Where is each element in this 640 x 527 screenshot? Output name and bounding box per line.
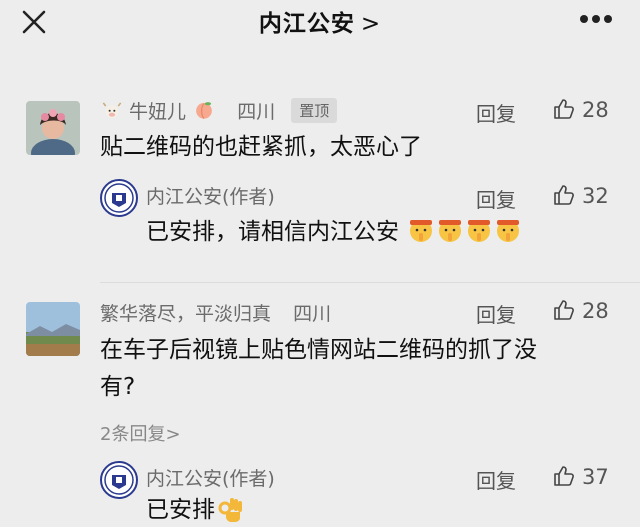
reply-text-line: 已安排，请相信内江公安 xyxy=(146,214,522,251)
like-count: 28 xyxy=(582,299,609,323)
reply-button[interactable]: 回复 xyxy=(476,465,516,494)
avatar[interactable] xyxy=(26,302,80,356)
like-button[interactable]: 37 xyxy=(552,464,609,489)
page-title-text: 内江公安 xyxy=(258,11,355,37)
author-avatar[interactable] xyxy=(100,179,138,217)
divider xyxy=(100,282,640,283)
comment-text: 贴二维码的也赶紧抓，太恶心了 xyxy=(100,134,422,160)
reply-button[interactable]: 回复 xyxy=(476,184,516,213)
comment-text-line: 在车子后视镜上贴色情网站二维码的抓了没 xyxy=(100,337,537,363)
like-count: 32 xyxy=(582,184,609,208)
shush-emoji xyxy=(468,220,491,242)
top-bar: 内江公安 > xyxy=(0,0,640,48)
reply-author[interactable]: 内江公安(作者) xyxy=(146,464,275,491)
comment-text: 在车子后视镜上贴色情网站二维码的抓了没 有? xyxy=(100,332,537,406)
comment-meta: 繁华落尽，平淡归真 四川 xyxy=(100,299,331,326)
like-count: 37 xyxy=(582,465,609,489)
more-icon[interactable] xyxy=(576,6,616,32)
reply-text: 已安排 xyxy=(146,497,215,523)
reply-text-line: 已安排 xyxy=(146,492,244,527)
avatar[interactable] xyxy=(26,101,80,155)
reply-button[interactable]: 回复 xyxy=(476,299,516,328)
comment-location: 四川 xyxy=(237,101,276,123)
reply-author[interactable]: 内江公安(作者) xyxy=(146,182,275,209)
page-title[interactable]: 内江公安 > xyxy=(0,4,640,38)
like-button[interactable]: 28 xyxy=(552,298,609,323)
comment-author[interactable]: 繁华落尽，平淡归真 xyxy=(100,303,271,325)
peach-emoji xyxy=(196,102,212,120)
shush-emoji xyxy=(439,220,462,242)
comment-meta: 牛妞儿 四川 置顶 xyxy=(100,97,338,124)
like-button[interactable]: 28 xyxy=(552,97,609,122)
shush-emoji xyxy=(410,220,433,242)
more-replies-link[interactable]: 2条回复> xyxy=(100,420,181,446)
pinned-badge: 置顶 xyxy=(291,98,338,123)
thumbs-up-icon xyxy=(554,185,574,205)
thumbs-up-icon xyxy=(554,466,574,486)
reply-text: 已安排，请相信内江公安 xyxy=(146,219,399,245)
cow-emoji xyxy=(102,102,122,118)
author-avatar[interactable] xyxy=(100,461,138,499)
ok-hand-emoji xyxy=(218,498,242,522)
comment-location: 四川 xyxy=(293,303,332,325)
thumbs-up-icon xyxy=(554,99,574,119)
like-button[interactable]: 32 xyxy=(552,183,609,208)
comment-author[interactable]: 牛妞儿 xyxy=(129,101,186,123)
thumbs-up-icon xyxy=(554,300,574,320)
like-count: 28 xyxy=(582,98,609,122)
reply-button[interactable]: 回复 xyxy=(476,98,516,127)
shush-emoji xyxy=(497,220,520,242)
chevron-right-icon: > xyxy=(360,11,382,37)
comment-text-line: 有? xyxy=(100,374,136,400)
